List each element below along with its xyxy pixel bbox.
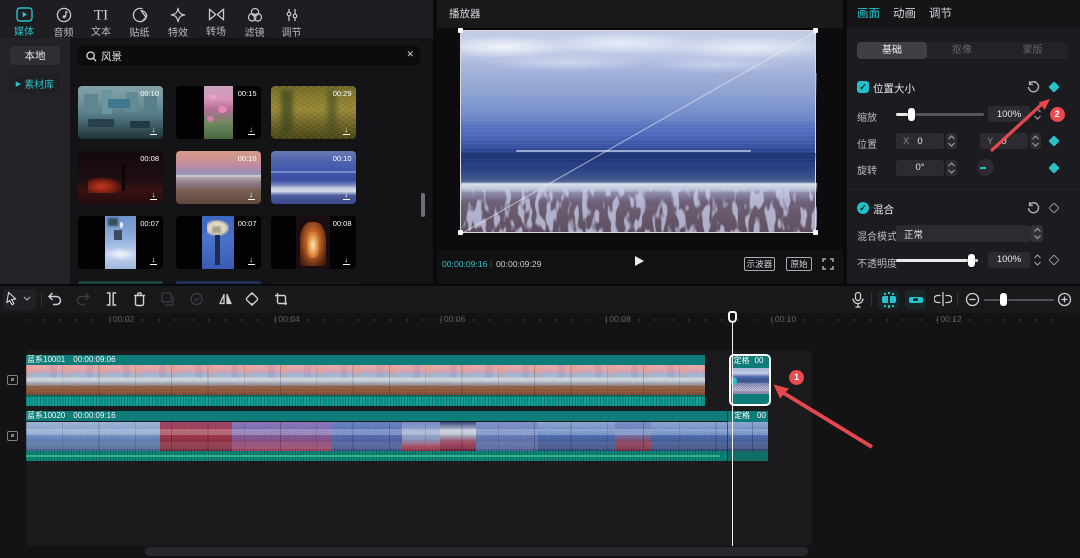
svg-text:TI: TI: [94, 8, 108, 23]
